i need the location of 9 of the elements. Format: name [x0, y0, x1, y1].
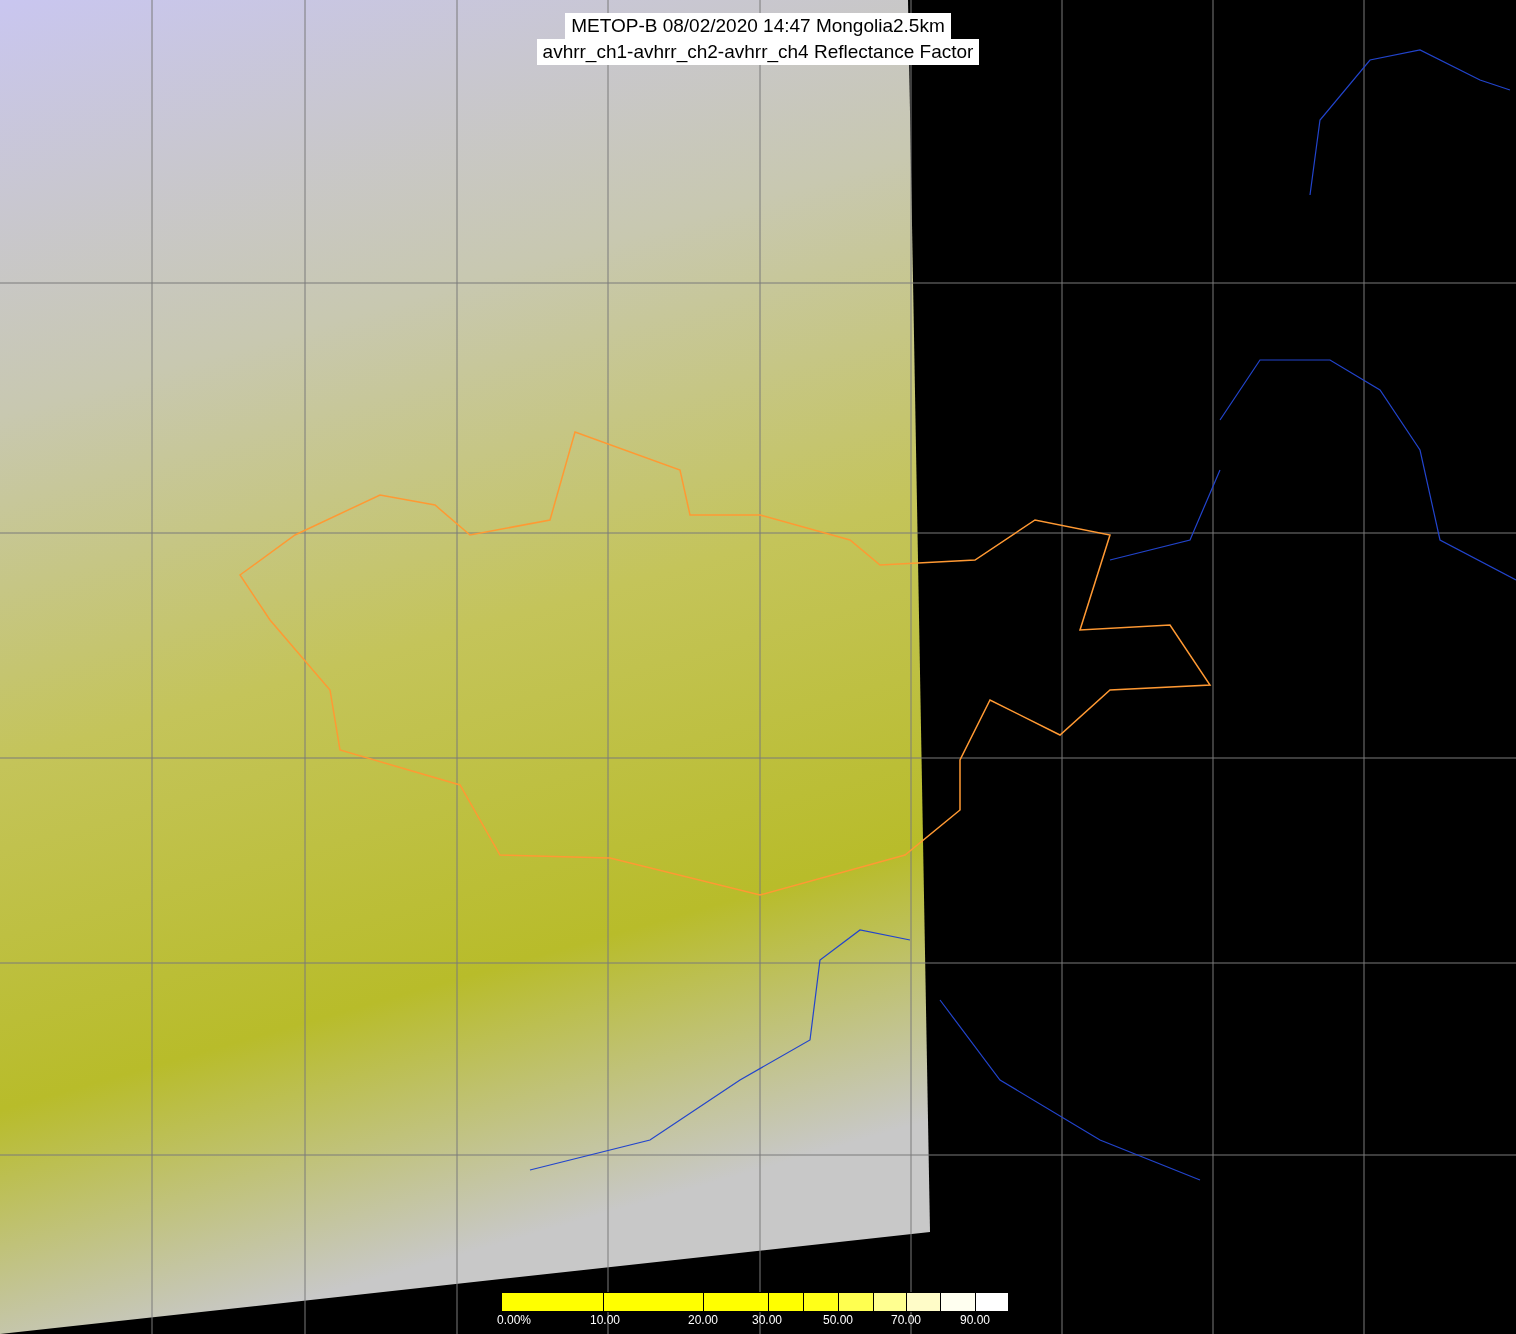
map-title: METOP-B 08/02/2020 14:47 Mongolia2.5km [565, 13, 951, 39]
scale-tick-label: 50.00 [823, 1313, 854, 1327]
scale-tick-label: 70.00 [891, 1313, 922, 1327]
scale-tick-label: 20.00 [688, 1313, 719, 1327]
scale-tick-label: 0.00% [497, 1313, 532, 1327]
scale-tick-label: 90.00 [960, 1313, 991, 1327]
scale-tick-label: 10.00 [590, 1313, 621, 1327]
scale-tick-label: 30.00 [752, 1313, 783, 1327]
map-title: avhrr_ch1-avhrr_ch2-avhrr_ch4 Reflectance Factor [536, 39, 980, 65]
